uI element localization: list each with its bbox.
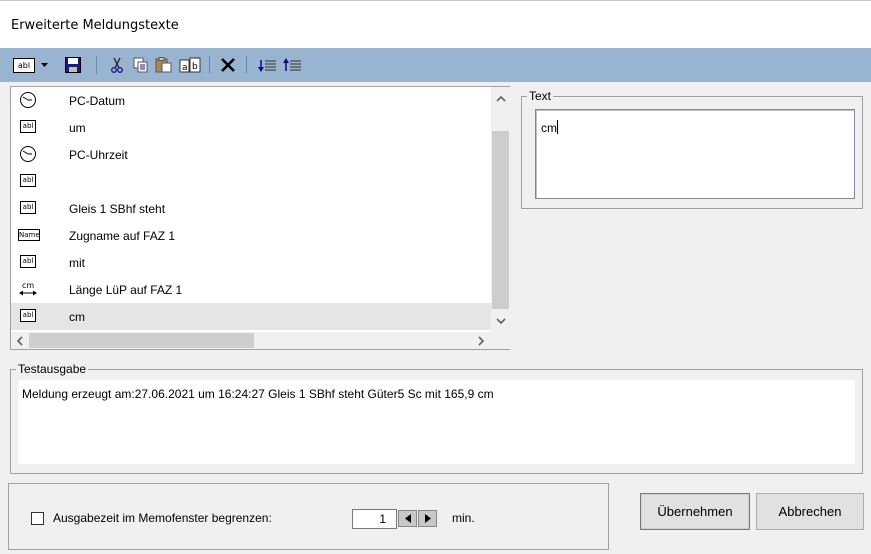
list-item-label: mit — [69, 256, 85, 270]
scroll-down-icon[interactable] — [491, 312, 510, 329]
scrollbar-corner — [491, 332, 510, 349]
output-text[interactable]: Meldung erzeugt am:27.06.2021 um 16:24:2… — [18, 380, 855, 464]
horizontal-scrollbar[interactable] — [11, 332, 491, 349]
horizontal-scroll-thumb[interactable] — [29, 333, 254, 348]
name-tag-icon: Name — [18, 229, 40, 241]
cut-icon[interactable] — [107, 56, 127, 74]
paste-special-icon[interactable]: ab — [178, 56, 202, 74]
output-text-value: Meldung erzeugt am:27.06.2021 um 16:24:2… — [22, 387, 494, 401]
move-down-icon[interactable] — [257, 56, 279, 74]
list-item[interactable]: PC-Uhrzeit — [11, 141, 491, 168]
list-item-label: PC-Uhrzeit — [69, 148, 128, 162]
svg-text:a: a — [182, 63, 188, 73]
vertical-scrollbar[interactable] — [491, 87, 510, 332]
list-item[interactable]: Name Zugname auf FAZ 1 — [11, 222, 491, 249]
arrow-right-icon — [424, 514, 431, 523]
minutes-input[interactable]: 1 — [352, 509, 397, 529]
list-item-selected[interactable]: abl cm — [11, 303, 491, 330]
list-item[interactable]: cm Länge LüP auf FAZ 1 — [11, 276, 491, 303]
list-item[interactable]: PC-Datum — [11, 87, 491, 114]
text-group-legend: Text — [529, 89, 552, 103]
scroll-right-icon[interactable] — [472, 332, 489, 349]
text-field-icon: abl — [18, 307, 38, 325]
save-icon[interactable] — [63, 56, 83, 74]
minutes-unit-label: min. — [452, 511, 475, 525]
cancel-button[interactable]: Abbrechen — [756, 493, 864, 530]
text-field-icon[interactable]: abl — [11, 56, 37, 74]
clock-icon — [18, 145, 38, 163]
list-item-label: cm — [69, 310, 85, 324]
text-field-icon: abl — [18, 253, 38, 271]
list-item-label: PC-Datum — [69, 94, 126, 108]
text-caret — [557, 120, 558, 134]
output-group-legend: Testausgabe — [18, 362, 87, 376]
dropdown-arrow-icon[interactable] — [39, 56, 49, 74]
spin-decrease-button[interactable] — [398, 510, 417, 527]
apply-button[interactable]: Übernehmen — [640, 493, 750, 530]
list-item[interactable]: abl — [11, 168, 491, 195]
paste-icon[interactable] — [153, 56, 173, 74]
list-item[interactable]: abl um — [11, 114, 491, 141]
list-item[interactable]: abl Gleis 1 SBhf steht — [11, 195, 491, 222]
text-input[interactable]: cm — [535, 109, 855, 199]
length-measure-icon: cm — [18, 280, 38, 298]
spin-increase-button[interactable] — [418, 510, 437, 527]
list-item-label: Gleis 1 SBhf steht — [69, 202, 166, 216]
arrow-left-icon — [404, 514, 411, 523]
title-bar: Erweiterte Meldungstexte — [0, 0, 871, 48]
text-field-icon: abl — [18, 118, 38, 136]
text-input-value: cm — [541, 121, 557, 135]
toolbar-separator — [209, 56, 210, 74]
svg-text:b: b — [192, 62, 198, 72]
toolbar-separator — [96, 56, 97, 74]
scroll-up-icon[interactable] — [491, 90, 510, 107]
svg-text:cm: cm — [22, 281, 34, 290]
list-item[interactable]: abl mit — [11, 249, 491, 276]
window-title: Erweiterte Meldungstexte — [11, 18, 179, 33]
delete-icon[interactable] — [217, 56, 239, 74]
message-parts-list[interactable]: PC-Datum abl um PC-Uhrzeit abl abl Gleis… — [10, 86, 510, 350]
text-field-icon: abl — [18, 199, 38, 217]
list-item-label: Zugname auf FAZ 1 — [69, 229, 176, 243]
toolbar: abl ab — [0, 48, 871, 82]
list-item-label: um — [69, 121, 86, 135]
clock-icon — [18, 91, 38, 109]
toolbar-separator — [246, 56, 247, 74]
list-item-label: Länge LüP auf FAZ 1 — [69, 283, 183, 297]
text-field-icon: abl — [18, 172, 38, 190]
move-up-icon[interactable] — [282, 56, 304, 74]
limit-output-time-label: Ausgabezeit im Memofenster begrenzen: — [53, 511, 272, 525]
vertical-scroll-thumb[interactable] — [492, 131, 509, 309]
limit-output-time-checkbox[interactable] — [31, 512, 44, 525]
scroll-left-icon[interactable] — [11, 332, 28, 349]
copy-icon[interactable] — [131, 56, 151, 74]
